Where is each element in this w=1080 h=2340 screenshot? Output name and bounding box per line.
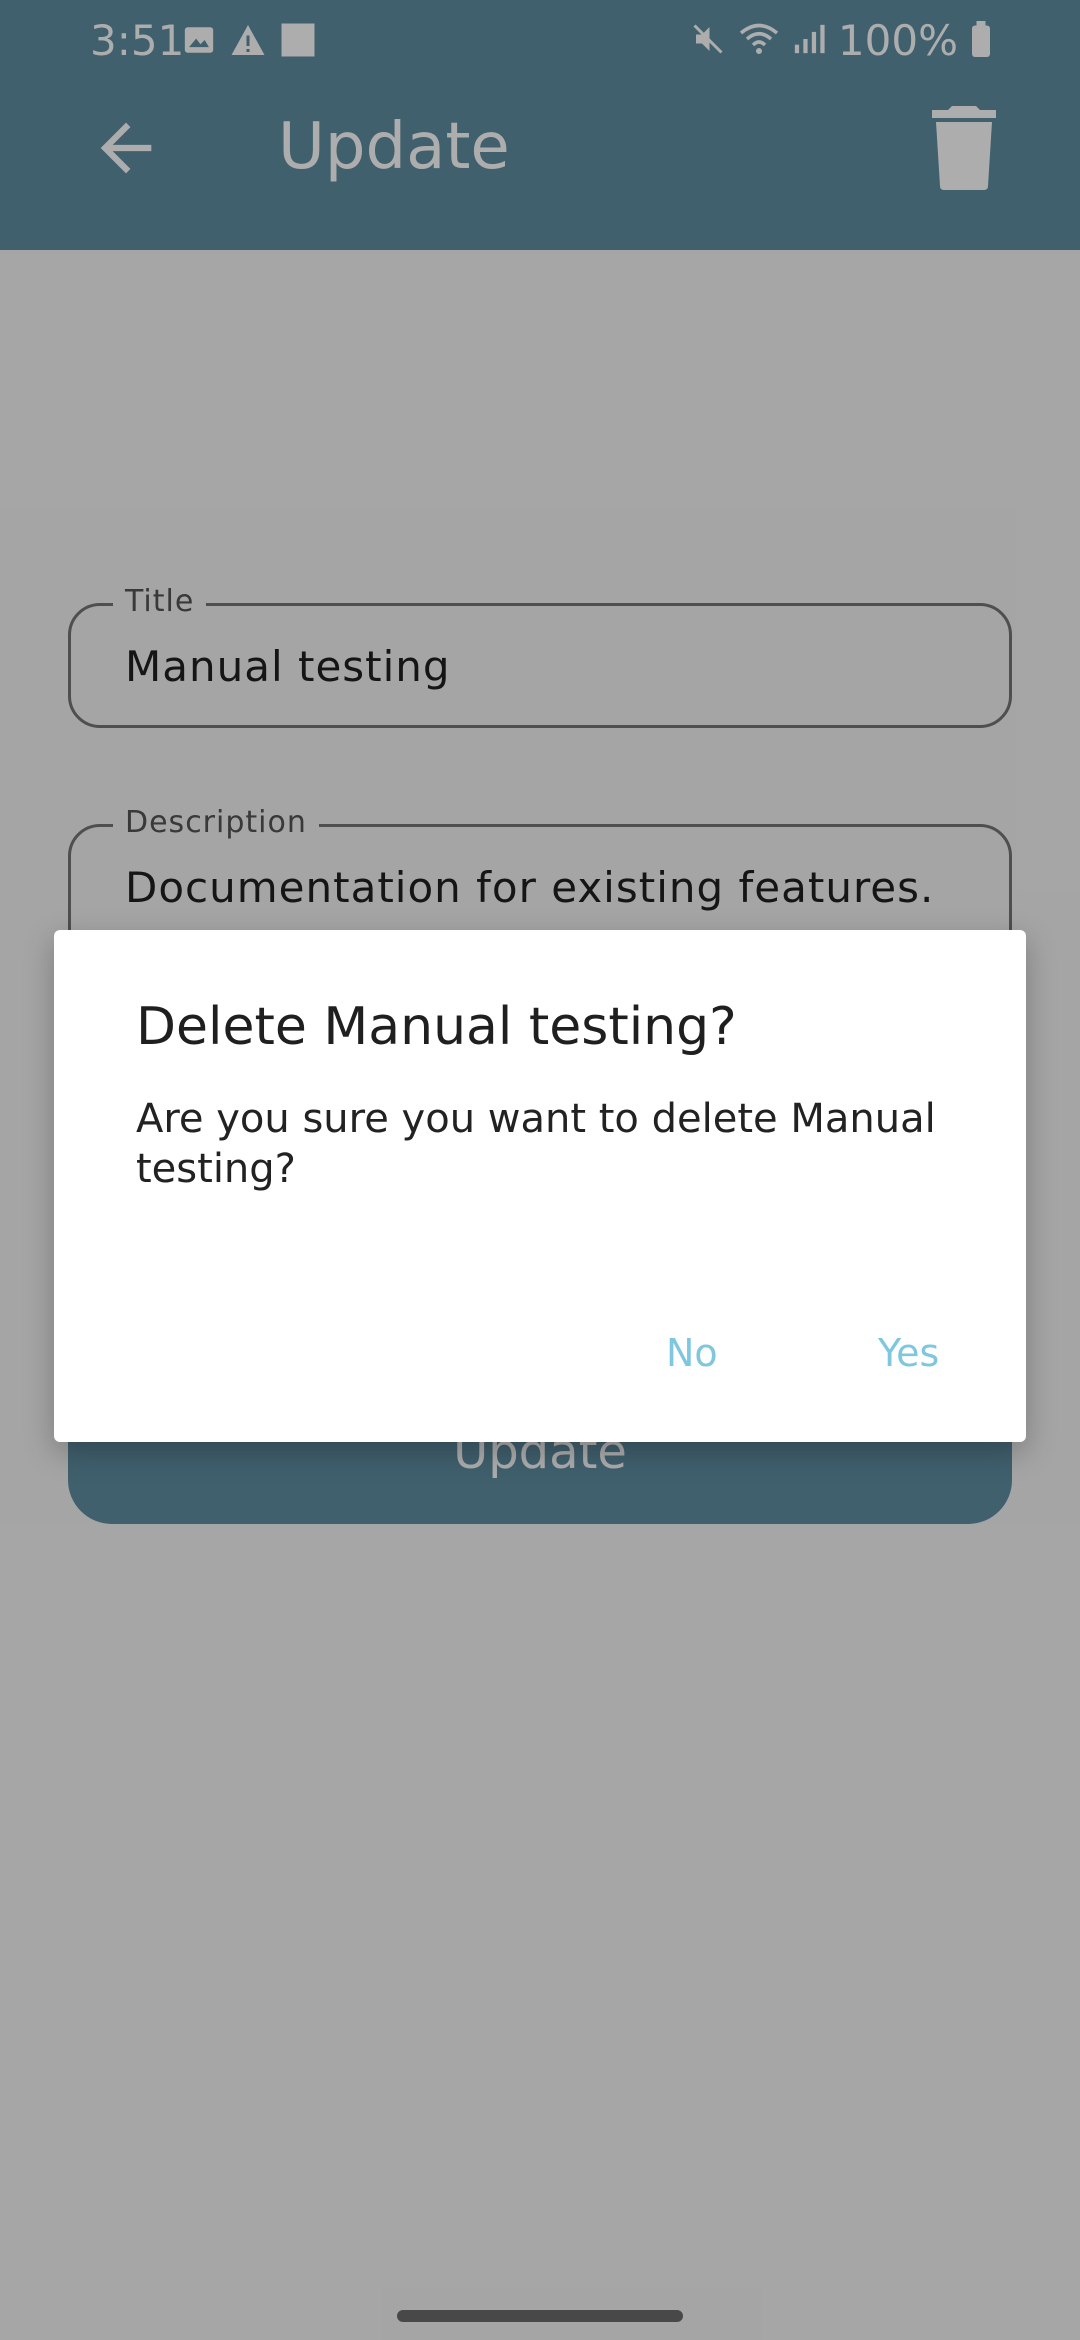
delete-confirm-dialog: Delete Manual testing? Are you sure you …: [54, 930, 1026, 1442]
no-button[interactable]: No: [638, 1308, 746, 1398]
screen: 3:51 100% Update Title Manual testing De…: [0, 0, 1080, 2340]
dialog-title: Delete Manual testing?: [136, 997, 737, 1057]
yes-button[interactable]: Yes: [850, 1308, 967, 1398]
dialog-message: Are you sure you want to delete Manual t…: [136, 1096, 936, 1192]
